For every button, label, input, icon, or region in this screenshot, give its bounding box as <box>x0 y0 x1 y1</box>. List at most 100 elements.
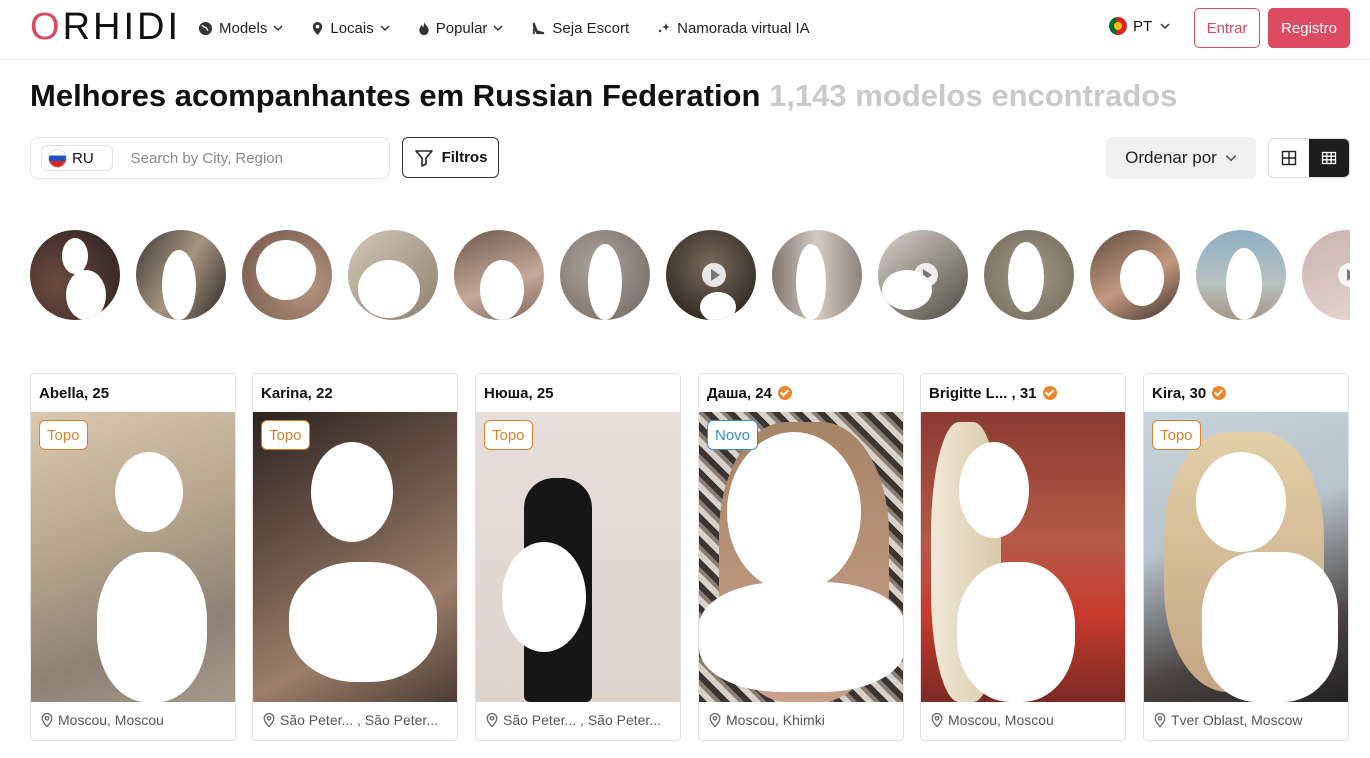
nav-seja-escort[interactable]: Seja Escort <box>531 20 629 37</box>
chevron-down-icon <box>1160 23 1170 30</box>
filters-button[interactable]: Filtros <box>402 137 499 178</box>
model-card[interactable]: Kira, 30 Topo Tver Oblast, Moscow <box>1143 373 1349 741</box>
grid-large-icon <box>1281 150 1297 166</box>
story-item[interactable] <box>1090 230 1180 320</box>
model-card[interactable]: Даша, 24 Novo Moscou, Khimki <box>698 373 904 741</box>
location-text: Moscou, Moscou <box>58 712 164 728</box>
search-input[interactable] <box>130 149 331 167</box>
card-header: Brigitte L... , 31 <box>921 374 1125 412</box>
nav-locais-label: Locais <box>330 19 374 37</box>
map-pin-icon <box>313 21 323 35</box>
story-item[interactable] <box>666 230 756 320</box>
filter-icon <box>414 149 433 167</box>
grid-large-view-button[interactable] <box>1269 139 1309 177</box>
register-button[interactable]: Registro <box>1268 8 1350 48</box>
location-text: São Peter... , São Peter... <box>280 712 438 728</box>
card-header: Karina, 22 <box>253 374 457 412</box>
page-title: Melhores acompanhantes em Russian Federa… <box>30 76 1177 116</box>
nav-models[interactable]: Models <box>198 20 283 37</box>
nav-namorada-virtual[interactable]: Namorada virtual IA <box>657 20 810 37</box>
country-selector[interactable]: RU <box>41 145 113 171</box>
chevron-down-icon <box>380 25 390 32</box>
russia-flag-icon <box>48 148 67 168</box>
nav-locais[interactable]: Locais <box>311 19 390 37</box>
grid-small-icon <box>1321 151 1337 165</box>
topo-badge: Topo <box>1152 420 1201 450</box>
story-item[interactable] <box>30 230 120 320</box>
card-header: Нюша, 25 <box>476 374 680 412</box>
topo-badge: Topo <box>261 420 310 450</box>
language-label: PT <box>1133 17 1153 35</box>
story-item[interactable] <box>454 230 544 320</box>
model-name: Brigitte L... , 31 <box>929 384 1037 402</box>
main-nav: Models Locais Popular Seja Escort Namora… <box>198 0 838 56</box>
model-photo[interactable]: Topo <box>31 412 235 702</box>
globe-icon <box>198 21 213 35</box>
country-code: RU <box>72 149 94 167</box>
stories-carousel <box>30 230 1350 322</box>
sort-dropdown[interactable]: Ordenar por <box>1106 137 1256 179</box>
model-name: Abella, 25 <box>39 384 110 402</box>
novo-badge: Novo <box>707 420 759 450</box>
sort-label: Ordenar por <box>1125 148 1217 167</box>
sparkle-icon <box>658 23 671 33</box>
map-pin-icon <box>1154 712 1166 728</box>
topo-badge: Topo <box>39 420 88 450</box>
card-location: Moscou, Khimki <box>707 712 825 728</box>
nav-models-label: Models <box>219 19 268 37</box>
page-title-main: Melhores acompanhantes em Russian Federa… <box>30 78 761 113</box>
story-item[interactable] <box>984 230 1074 320</box>
logo-text: RHIDI <box>62 6 182 48</box>
model-name: Даша, 24 <box>707 384 772 402</box>
flame-icon <box>419 21 429 35</box>
story-item[interactable] <box>136 230 226 320</box>
location-text: São Peter... , São Peter... <box>503 712 661 728</box>
card-location: São Peter... , São Peter... <box>484 712 661 728</box>
card-location: Moscou, Moscou <box>929 712 1054 728</box>
model-photo[interactable] <box>921 412 1125 702</box>
nav-popular-label: Popular <box>435 19 488 37</box>
topo-badge: Topo <box>484 420 533 450</box>
model-name: Kira, 30 <box>1152 384 1207 402</box>
chevron-down-icon <box>1225 155 1237 162</box>
model-name: Karina, 22 <box>261 384 333 402</box>
map-pin-icon <box>263 712 275 728</box>
location-text: Moscou, Moscou <box>948 712 1054 728</box>
logo-letter-o: O <box>30 6 63 48</box>
heel-icon <box>533 22 545 34</box>
story-item[interactable] <box>560 230 650 320</box>
verified-icon <box>777 386 792 400</box>
grid-small-view-button[interactable] <box>1309 139 1349 177</box>
view-toggle <box>1268 138 1350 178</box>
model-photo[interactable]: Novo <box>699 412 903 702</box>
nav-popular[interactable]: Popular <box>418 20 504 37</box>
model-card[interactable]: Abella, 25 Topo Moscou, Moscou <box>30 373 236 741</box>
language-selector[interactable]: PT <box>1109 17 1170 35</box>
verified-icon <box>1212 386 1227 400</box>
login-button[interactable]: Entrar <box>1194 8 1260 48</box>
nav-seja-escort-label: Seja Escort <box>552 19 630 37</box>
model-photo[interactable]: Topo <box>253 412 457 702</box>
location-text: Tver Oblast, Moscow <box>1171 712 1303 728</box>
story-item[interactable] <box>242 230 332 320</box>
model-card[interactable]: Karina, 22 Topo São Peter... , São Peter… <box>252 373 458 741</box>
story-item[interactable] <box>772 230 862 320</box>
results-count: 1,143 modelos encontrados <box>769 78 1178 113</box>
model-photo[interactable]: Topo <box>476 412 680 702</box>
model-photo[interactable]: Topo <box>1144 412 1348 702</box>
model-card[interactable]: Нюша, 25 Topo São Peter... , São Peter..… <box>475 373 681 741</box>
card-location: São Peter... , São Peter... <box>261 712 438 728</box>
logo[interactable]: ORHIDI <box>30 7 181 47</box>
story-item[interactable] <box>878 230 968 320</box>
story-item[interactable] <box>1196 230 1286 320</box>
play-icon <box>702 263 726 287</box>
top-header: ORHIDI Models Locais Popular Seja Escort… <box>0 0 1370 60</box>
location-text: Moscou, Khimki <box>726 712 825 728</box>
model-card[interactable]: Brigitte L... , 31 Moscou, Moscou <box>920 373 1126 741</box>
chevron-down-icon <box>493 25 503 32</box>
card-location: Moscou, Moscou <box>39 712 164 728</box>
portugal-flag-icon <box>1109 17 1127 35</box>
card-header: Даша, 24 <box>699 374 903 412</box>
story-item[interactable] <box>1302 230 1350 320</box>
story-item[interactable] <box>348 230 438 320</box>
